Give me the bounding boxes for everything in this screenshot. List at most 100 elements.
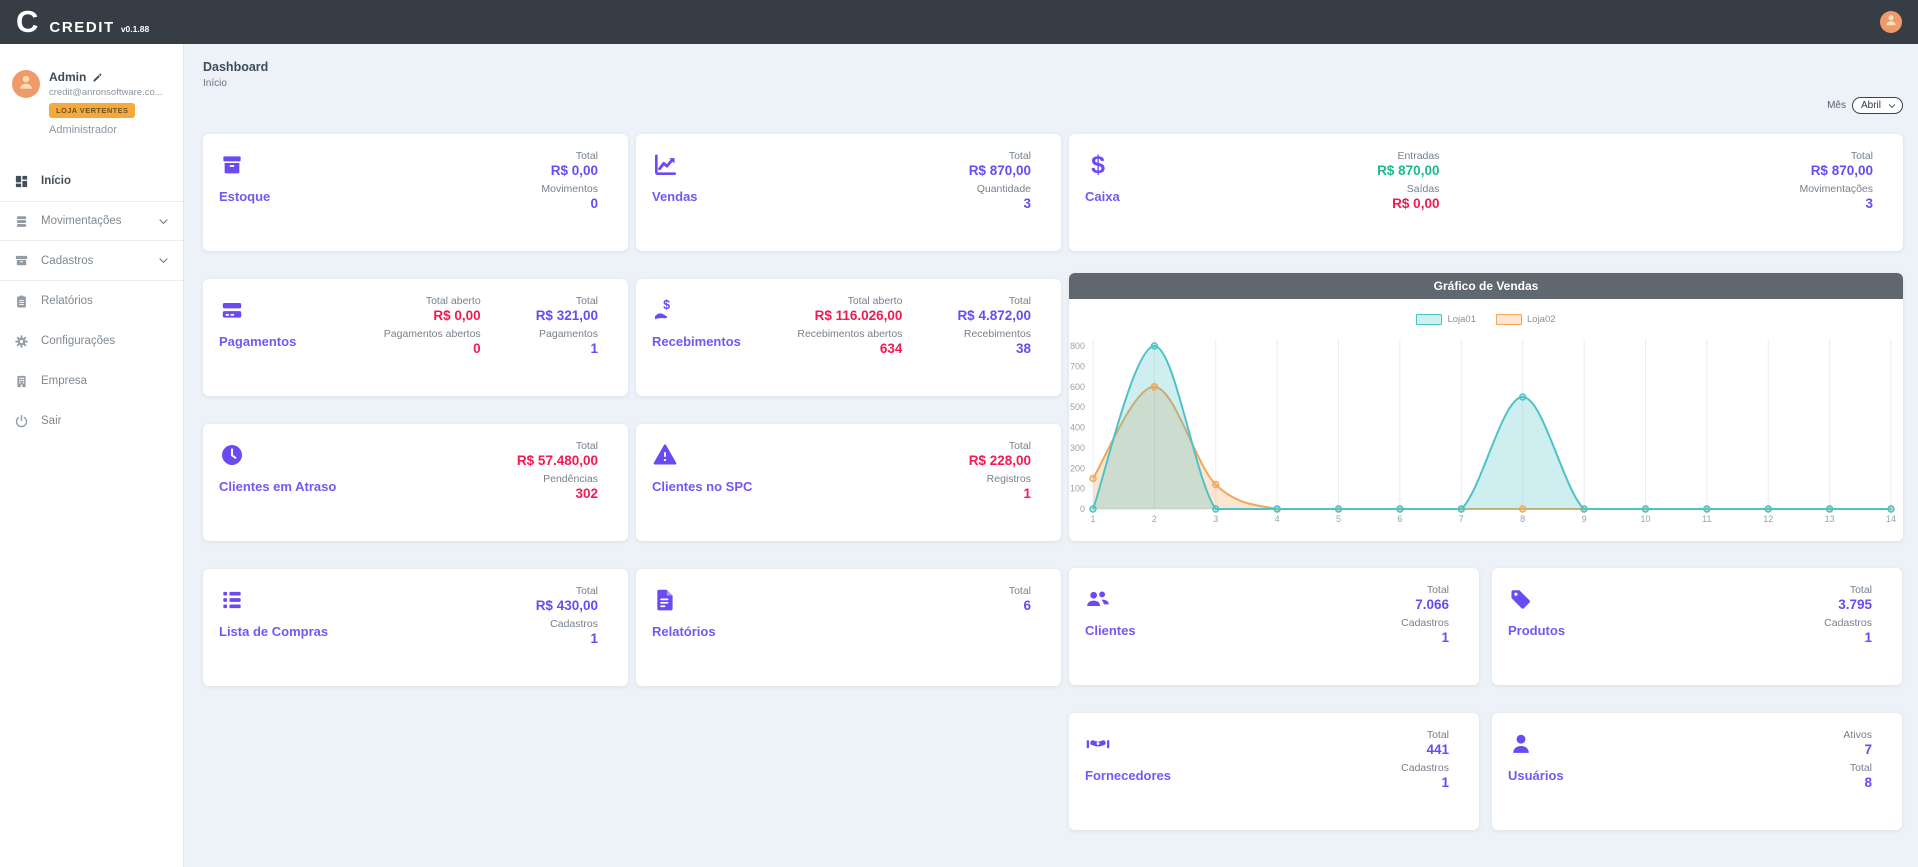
- svg-text:9: 9: [1582, 514, 1587, 524]
- chart-title: Gráfico de Vendas: [1069, 273, 1903, 299]
- topbar-user-avatar[interactable]: [1880, 11, 1902, 33]
- svg-text:4: 4: [1275, 514, 1280, 524]
- pencil-icon[interactable]: [92, 72, 103, 83]
- card-vendas[interactable]: Vendas TotalR$ 870,00Quantidade3: [636, 134, 1061, 251]
- tag-icon: [1508, 586, 1534, 612]
- card-caixa[interactable]: $CaixaEntradasR$ 870,00SaídasR$ 0,00Tota…: [1069, 134, 1903, 251]
- stat-label: Pagamentos: [539, 328, 598, 340]
- users-icon: [1085, 586, 1111, 612]
- svg-text:11: 11: [1702, 514, 1711, 524]
- card-title[interactable]: Clientes no SPC: [652, 479, 752, 494]
- month-select[interactable]: Abril: [1852, 97, 1903, 114]
- month-label: Mês: [1827, 100, 1846, 111]
- stat-column: TotalR$ 870,00Movimentações3: [1799, 148, 1873, 237]
- stat-column: TotalR$ 4.872,00Recebimentos38: [957, 293, 1031, 382]
- stat-column: TotalR$ 321,00Pagamentos1: [536, 293, 598, 382]
- legend-item-loja01[interactable]: Loja01: [1416, 314, 1476, 325]
- card-title[interactable]: Pagamentos: [219, 334, 296, 349]
- card-title[interactable]: Lista de Compras: [219, 624, 328, 639]
- stat-value: R$ 430,00: [536, 598, 598, 613]
- svg-text:600: 600: [1070, 382, 1085, 392]
- card-title[interactable]: Vendas: [652, 189, 698, 204]
- user-role: Administrador: [49, 124, 163, 136]
- stat-column: TotalR$ 870,00Quantidade3: [969, 148, 1031, 237]
- card-estoque[interactable]: EstoqueTotalR$ 0,00Movimentos0: [203, 134, 628, 251]
- stat-value: R$ 4.872,00: [957, 308, 1031, 323]
- stat-label: Ativos: [1843, 729, 1872, 741]
- svg-text:200: 200: [1070, 463, 1085, 473]
- sidebar-item-configuracoes[interactable]: Configurações: [0, 321, 183, 361]
- stat-value: 441: [1426, 742, 1449, 757]
- stat-value: 1: [1441, 775, 1449, 790]
- sidebar-item-empresa[interactable]: Empresa: [0, 361, 183, 401]
- stat-value: 634: [880, 341, 903, 356]
- stat-label: Total: [1851, 150, 1873, 162]
- card-clientes-em-atraso[interactable]: Clientes em AtrasoTotalR$ 57.480,00Pendê…: [203, 424, 628, 541]
- page-title: Dashboard: [203, 60, 1903, 74]
- app-version: v0.1.88: [121, 24, 149, 34]
- archive-icon: [14, 253, 29, 268]
- card-pagamentos[interactable]: PagamentosTotal abertoR$ 0,00Pagamentos …: [203, 279, 628, 396]
- stat-label: Total: [1009, 440, 1031, 452]
- sidebar-item-label: Cadastros: [41, 255, 93, 267]
- card-title[interactable]: Usuários: [1508, 768, 1564, 783]
- card-stats: Total abertoR$ 0,00Pagamentos abertos0To…: [384, 293, 612, 382]
- warning-icon: [652, 442, 678, 468]
- svg-text:$: $: [1091, 152, 1105, 178]
- stat-label: Total: [576, 295, 598, 307]
- card-stats: Total6: [1009, 583, 1045, 672]
- card-usuarios[interactable]: Usuários Ativos7Total8: [1492, 713, 1902, 830]
- sidebar-item-label: Sair: [41, 415, 61, 427]
- svg-text:7: 7: [1459, 514, 1464, 524]
- stat-label: Saídas: [1407, 183, 1440, 195]
- sidebar-item-movimentacoes[interactable]: Movimentações: [0, 201, 183, 241]
- user-name: Admin: [49, 70, 86, 84]
- card-title[interactable]: Relatórios: [652, 624, 716, 639]
- card-title[interactable]: Produtos: [1508, 623, 1565, 638]
- chart-legend: Loja01 Loja02: [1069, 313, 1903, 326]
- stat-value: R$ 228,00: [969, 453, 1031, 468]
- card-lista-de-compras[interactable]: Lista de Compras TotalR$ 430,00Cadastros1: [203, 569, 628, 686]
- card-recebimentos[interactable]: $RecebimentosTotal abertoR$ 116.026,00Re…: [636, 279, 1061, 396]
- svg-text:0: 0: [1080, 504, 1085, 514]
- stat-label: Cadastros: [1824, 617, 1872, 629]
- card-clientes-no-spc[interactable]: Clientes no SPCTotalR$ 228,00Registros1: [636, 424, 1061, 541]
- legend-swatch: [1496, 314, 1522, 325]
- card-title[interactable]: Fornecedores: [1085, 768, 1171, 783]
- stat-column: Ativos7Total8: [1843, 727, 1872, 816]
- card-stats: Total3.795Cadastros1: [1824, 582, 1886, 671]
- stat-value: R$ 0,00: [433, 308, 480, 323]
- stat-value: R$ 0,00: [551, 163, 598, 178]
- stat-label: Total: [1009, 585, 1031, 597]
- database-icon: [14, 214, 29, 229]
- card-relatorios[interactable]: Relatórios Total6: [636, 569, 1061, 686]
- sidebar-item-label: Início: [41, 175, 71, 187]
- card-title[interactable]: Recebimentos: [652, 334, 741, 349]
- sidebar-item-cadastros[interactable]: Cadastros: [0, 241, 183, 281]
- stat-label: Total: [576, 150, 598, 162]
- legend-item-loja02[interactable]: Loja02: [1496, 314, 1556, 325]
- stat-value: 1: [1441, 630, 1449, 645]
- sidebar-item-inicio[interactable]: Início: [0, 161, 183, 201]
- stat-column: Total7.066Cadastros1: [1401, 582, 1449, 671]
- sidebar-item-relatorios[interactable]: Relatórios: [0, 281, 183, 321]
- card-clientes[interactable]: Clientes Total7.066Cadastros1: [1069, 568, 1479, 685]
- stat-value: 3: [1865, 196, 1873, 211]
- card-title[interactable]: Clientes em Atraso: [219, 479, 336, 494]
- card-title[interactable]: Caixa: [1085, 189, 1120, 204]
- sidebar-item-sair[interactable]: Sair: [0, 401, 183, 441]
- stat-label: Total aberto: [426, 295, 481, 307]
- stat-column: TotalR$ 430,00Cadastros1: [536, 583, 598, 672]
- card-produtos[interactable]: Produtos Total3.795Cadastros1: [1492, 568, 1902, 685]
- card-fornecedores[interactable]: Fornecedores Total441Cadastros1: [1069, 713, 1479, 830]
- stat-label: Total: [576, 585, 598, 597]
- user-panel: Admin credit@anronsoftware.co... LOJA VE…: [0, 44, 183, 136]
- card-title[interactable]: Clientes: [1085, 623, 1136, 638]
- avatar[interactable]: [12, 70, 40, 98]
- app-logo[interactable]: C CREDIT v0.1.88: [16, 0, 149, 44]
- card-title[interactable]: Estoque: [219, 189, 270, 204]
- stat-value: 38: [1016, 341, 1031, 356]
- svg-text:100: 100: [1070, 484, 1085, 494]
- card-icon: [219, 297, 245, 323]
- card-stats: Total441Cadastros1: [1401, 727, 1463, 816]
